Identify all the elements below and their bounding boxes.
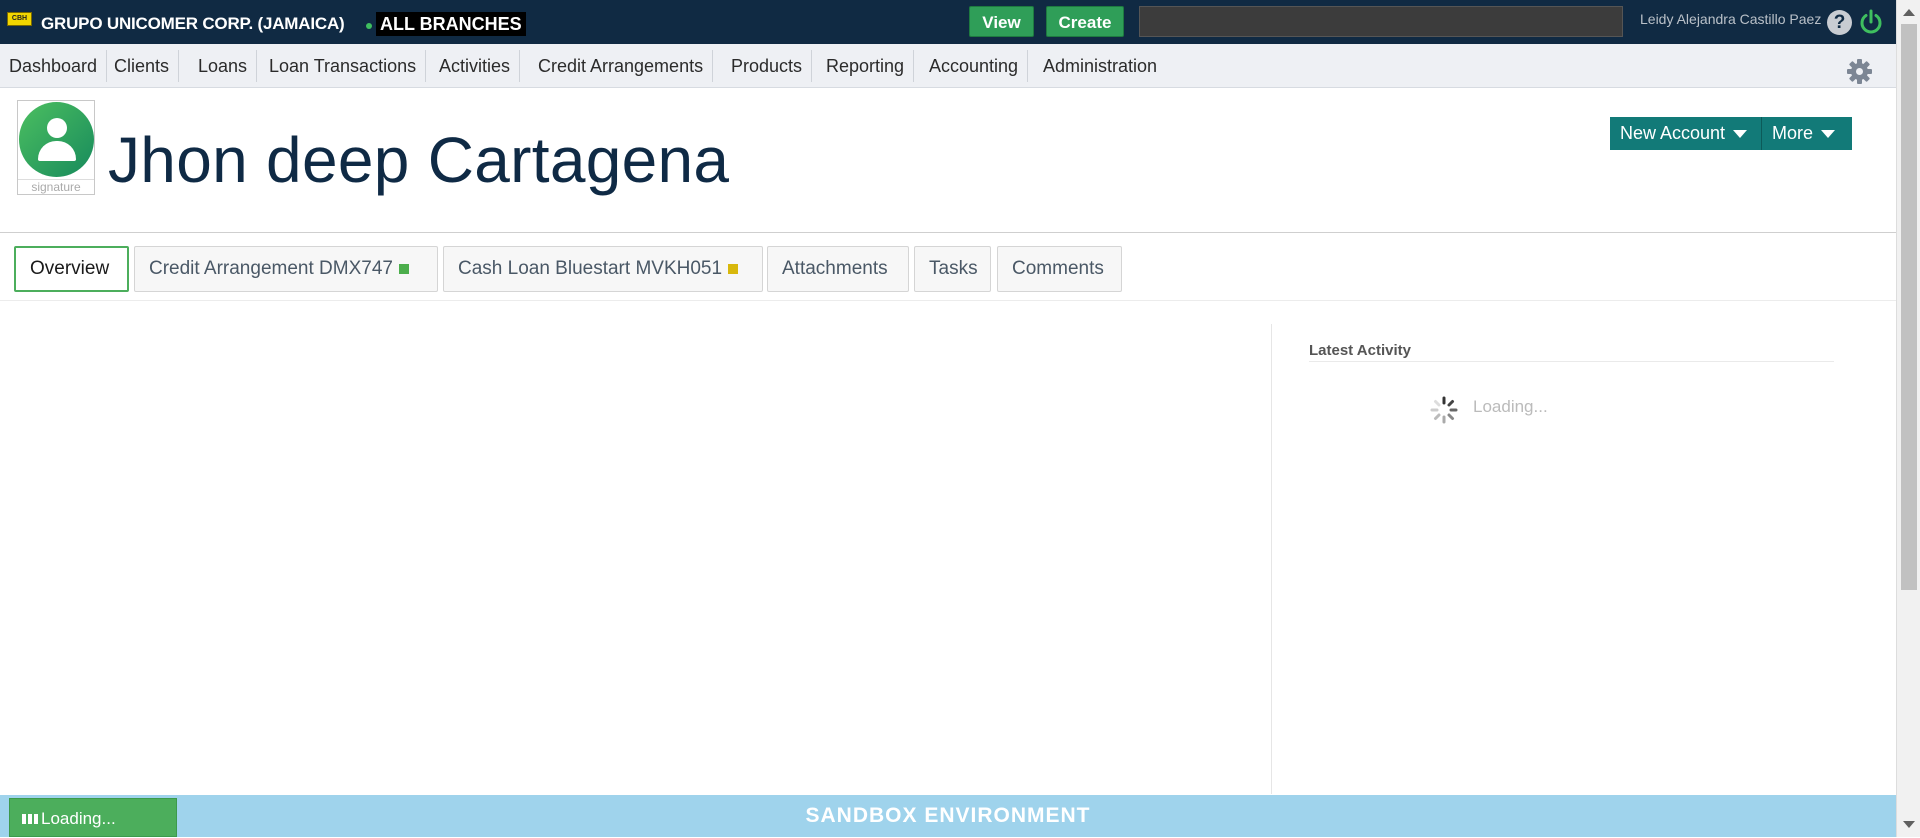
nav-products[interactable]: Products	[722, 50, 813, 82]
latest-activity-loading: Loading...	[1473, 397, 1548, 416]
tab-attachments[interactable]: Attachments	[767, 246, 909, 292]
latest-activity-title: Latest Activity	[1309, 342, 1411, 359]
more-label: More	[1772, 123, 1814, 143]
tab-label: Comments	[1012, 258, 1104, 279]
tab-tasks[interactable]: Tasks	[914, 246, 991, 292]
loading-bars-icon	[22, 814, 38, 824]
tab-label: Credit Arrangement DMX747	[149, 258, 393, 279]
create-button[interactable]: Create	[1046, 6, 1124, 37]
loading-spinner-icon	[1430, 396, 1458, 424]
nav-loans[interactable]: Loans	[189, 50, 258, 82]
tab-label: Overview	[30, 258, 110, 279]
scroll-thumb[interactable]	[1901, 24, 1917, 590]
client-avatar[interactable]: signature	[17, 100, 95, 195]
page-scrollbar[interactable]	[1896, 0, 1920, 837]
organization-name: GRUPO UNICOMER CORP. (JAMAICA)	[41, 14, 345, 33]
user-avatar-icon	[19, 102, 94, 177]
settings-gear-icon[interactable]	[1846, 58, 1873, 85]
tabs-divider	[0, 300, 1896, 301]
logout-power-icon[interactable]	[1858, 9, 1884, 35]
caret-down-icon	[1821, 130, 1836, 139]
column-divider	[1271, 324, 1272, 794]
branch-status-dot	[366, 23, 372, 29]
tab-label: Attachments	[782, 258, 888, 279]
nav-activities[interactable]: Activities	[430, 50, 521, 82]
caret-down-icon	[1733, 130, 1748, 139]
search-input[interactable]	[1139, 6, 1623, 37]
top-bar: CBH GRUPO UNICOMER CORP. (JAMAICA) ALL B…	[0, 0, 1896, 44]
environment-banner: SANDBOX ENVIRONMENT	[0, 795, 1896, 837]
branch-selector[interactable]: ALL BRANCHES	[376, 12, 526, 36]
main-navigation: Dashboard Clients Loans Loan Transaction…	[0, 44, 1896, 88]
nav-dashboard[interactable]: Dashboard	[0, 50, 108, 82]
tab-label: Tasks	[929, 258, 978, 279]
view-button[interactable]: View	[969, 6, 1034, 37]
latest-activity-rule	[1309, 361, 1834, 362]
status-indicator-icon	[398, 263, 409, 274]
header-divider	[0, 232, 1896, 233]
tab-cash-loan[interactable]: Cash Loan Bluestart MVKH051	[443, 246, 763, 292]
nav-credit-arrangements[interactable]: Credit Arrangements	[529, 50, 714, 82]
new-account-button[interactable]: New Account	[1610, 117, 1762, 150]
tab-comments[interactable]: Comments	[997, 246, 1122, 292]
nav-accounting[interactable]: Accounting	[920, 50, 1029, 82]
nav-administration[interactable]: Administration	[1034, 50, 1166, 82]
client-name-title: Jhon deep Cartagena	[108, 124, 730, 196]
signature-label[interactable]: signature	[18, 179, 94, 194]
scroll-down-arrow-icon[interactable]	[1903, 821, 1915, 828]
user-name[interactable]: Leidy Alejandra Castillo Paez	[1640, 11, 1821, 27]
environment-label: SANDBOX ENVIRONMENT	[805, 804, 1091, 827]
help-icon[interactable]: ?	[1827, 10, 1852, 35]
loading-indicator: Loading...	[9, 798, 177, 837]
tab-overview[interactable]: Overview	[14, 246, 129, 292]
new-account-label: New Account	[1620, 123, 1726, 143]
more-button[interactable]: More	[1762, 117, 1852, 150]
nav-loan-transactions[interactable]: Loan Transactions	[260, 50, 427, 82]
loading-chip-label: Loading...	[41, 809, 116, 828]
company-logo: CBH	[7, 12, 32, 26]
tab-credit-arrangement[interactable]: Credit Arrangement DMX747	[134, 246, 438, 292]
status-indicator-icon	[728, 263, 739, 274]
tab-label: Cash Loan Bluestart MVKH051	[458, 258, 723, 279]
nav-clients[interactable]: Clients	[105, 50, 180, 82]
nav-reporting[interactable]: Reporting	[817, 50, 915, 82]
scroll-up-arrow-icon[interactable]	[1903, 9, 1915, 16]
